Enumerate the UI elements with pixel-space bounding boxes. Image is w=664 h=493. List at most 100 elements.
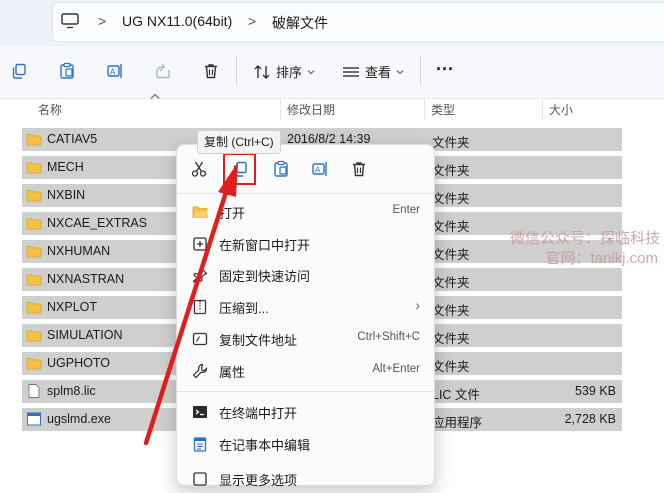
file-type: 文件夹 bbox=[432, 136, 470, 150]
delete-icon[interactable] bbox=[200, 60, 222, 82]
menu-item-pin-quick-access[interactable]: 固定到快速访问 bbox=[177, 259, 434, 289]
file-type: 文件夹 bbox=[432, 220, 470, 234]
breadcrumb-current-folder[interactable]: 破解文件 bbox=[272, 13, 328, 33]
rename-icon[interactable]: A bbox=[308, 157, 332, 181]
menu-item-open[interactable]: 打开 Enter bbox=[177, 196, 434, 226]
zip-icon bbox=[191, 298, 209, 316]
exe-icon bbox=[27, 412, 41, 426]
file-type: 文件夹 bbox=[432, 248, 470, 262]
menu-item-label: 在新窗口中打开 bbox=[219, 238, 311, 253]
folder-icon bbox=[26, 246, 42, 258]
copy-highlight-box bbox=[223, 153, 256, 185]
menu-item-properties[interactable]: 属性 Alt+Enter bbox=[177, 355, 434, 385]
wrench-icon bbox=[191, 362, 209, 380]
folder-icon bbox=[26, 218, 42, 230]
view-button[interactable]: 查看 bbox=[342, 62, 404, 81]
file-type: 应用程序 bbox=[432, 416, 483, 430]
delete-icon[interactable] bbox=[347, 157, 371, 181]
menu-divider bbox=[177, 391, 434, 392]
copy-tooltip: 复制 (Ctrl+C) bbox=[197, 130, 281, 154]
menu-item-label: 打开 bbox=[219, 206, 246, 221]
file-name: NXCAE_EXTRAS bbox=[47, 216, 148, 230]
view-list-icon bbox=[343, 66, 359, 77]
folder-icon bbox=[26, 134, 42, 146]
monitor-icon[interactable] bbox=[60, 12, 80, 30]
watermark-website: 官网：tanlkj.com bbox=[545, 250, 658, 267]
file-type: 文件夹 bbox=[432, 360, 470, 374]
menu-item-show-more-options[interactable]: 显示更多选项 bbox=[177, 463, 434, 493]
file-name: splm8.lic bbox=[47, 384, 96, 398]
menu-item-shortcut: Alt+Enter bbox=[372, 363, 420, 375]
menu-item-compress[interactable]: 压缩到... › bbox=[177, 291, 434, 321]
file-type: LIC 文件 bbox=[432, 388, 480, 402]
toolbar-divider bbox=[236, 56, 237, 86]
file-type: 文件夹 bbox=[432, 276, 470, 290]
column-divider[interactable] bbox=[280, 98, 281, 120]
chevron-right-icon: > bbox=[248, 13, 257, 29]
file-name: CATIAV5 bbox=[47, 132, 98, 146]
menu-item-shortcut: Enter bbox=[392, 204, 421, 216]
view-label: 查看 bbox=[365, 65, 392, 80]
cut-icon[interactable] bbox=[187, 157, 211, 181]
address-bar: > UG NX11.0(64bit) > 破解文件 bbox=[0, 0, 664, 46]
menu-item-shortcut: Ctrl+Shift+C bbox=[357, 331, 420, 343]
file-name: UGPHOTO bbox=[47, 356, 110, 370]
more-options-button[interactable]: ··· bbox=[436, 59, 454, 80]
watermark-wechat: 微信公众号：探临科技 bbox=[509, 230, 660, 247]
folder-icon bbox=[26, 274, 42, 286]
file-name: MECH bbox=[47, 160, 84, 174]
chevron-down-icon bbox=[307, 69, 315, 74]
folder-icon bbox=[26, 302, 42, 314]
file-icon bbox=[28, 384, 40, 398]
column-header-row: 名称 修改日期 类型 大小 bbox=[0, 93, 664, 120]
file-name: SIMULATION bbox=[47, 328, 123, 342]
copy-icon[interactable] bbox=[8, 60, 30, 82]
column-divider[interactable] bbox=[542, 98, 543, 120]
column-header-date[interactable]: 修改日期 bbox=[287, 101, 335, 118]
breadcrumb-ug-nx[interactable]: UG NX11.0(64bit) bbox=[122, 13, 232, 29]
chevron-down-icon bbox=[396, 69, 404, 74]
menu-item-edit-notepad[interactable]: 在记事本中编辑 bbox=[177, 428, 434, 458]
folder-icon bbox=[26, 162, 42, 174]
menu-item-open-terminal[interactable]: 在终端中打开 bbox=[177, 396, 434, 426]
file-type: 文件夹 bbox=[432, 304, 470, 318]
sort-label: 排序 bbox=[276, 65, 303, 80]
sort-icon bbox=[254, 64, 270, 79]
folder-icon bbox=[26, 190, 42, 202]
notepad-icon bbox=[191, 435, 209, 453]
context-menu: A 打开 Enter 在新窗口中打开 固定到快速访问 压缩到... › 复制文件… bbox=[176, 144, 435, 488]
svg-text:A: A bbox=[315, 166, 321, 175]
menu-item-label: 在终端中打开 bbox=[219, 406, 298, 421]
file-name: NXHUMAN bbox=[47, 244, 111, 258]
column-divider[interactable] bbox=[424, 98, 425, 120]
menu-item-open-new-window[interactable]: 在新窗口中打开 bbox=[177, 228, 434, 258]
sort-button[interactable]: 排序 bbox=[253, 62, 315, 81]
rename-icon[interactable]: A bbox=[104, 60, 126, 82]
more-options-icon bbox=[191, 470, 209, 488]
folder-open-icon bbox=[191, 203, 209, 221]
svg-text:A: A bbox=[110, 68, 116, 77]
file-type: 文件夹 bbox=[432, 164, 470, 178]
column-header-size[interactable]: 大小 bbox=[549, 101, 573, 118]
share-icon[interactable] bbox=[152, 60, 174, 82]
file-name: NXBIN bbox=[47, 188, 86, 202]
folder-icon bbox=[26, 330, 42, 342]
toolbar-divider bbox=[420, 56, 421, 86]
column-header-type[interactable]: 类型 bbox=[431, 101, 455, 118]
file-size: 2,728 KB bbox=[564, 412, 616, 426]
folder-icon bbox=[26, 358, 42, 370]
paste-icon[interactable] bbox=[56, 60, 78, 82]
chevron-right-icon: > bbox=[98, 13, 107, 29]
new-window-icon bbox=[191, 235, 209, 253]
file-type: 文件夹 bbox=[432, 332, 470, 346]
chevron-right-icon: › bbox=[415, 297, 420, 313]
paste-icon[interactable] bbox=[269, 157, 293, 181]
menu-item-label: 压缩到... bbox=[219, 301, 269, 316]
file-size: 539 KB bbox=[574, 384, 616, 398]
menu-item-label: 复制文件地址 bbox=[219, 333, 298, 348]
menu-item-copy-path[interactable]: 复制文件地址 Ctrl+Shift+C bbox=[177, 323, 434, 353]
menu-item-label: 属性 bbox=[219, 365, 246, 380]
command-bar: A 排序 查看 ··· bbox=[0, 46, 664, 99]
column-header-name[interactable]: 名称 bbox=[38, 101, 62, 118]
menu-divider bbox=[177, 193, 434, 194]
